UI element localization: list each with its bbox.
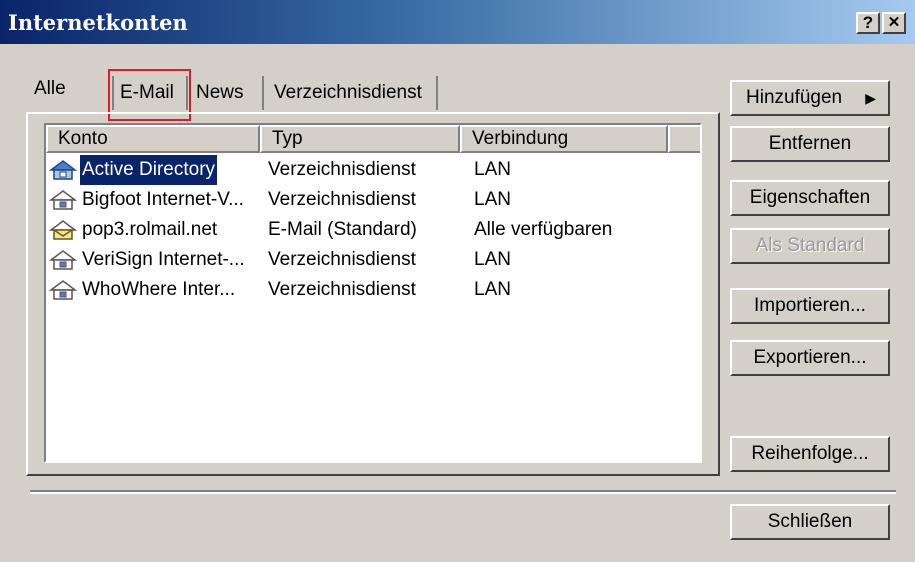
separator	[30, 490, 896, 494]
mail-account-icon	[48, 220, 78, 240]
account-name: VeriSign Internet-...	[82, 249, 245, 270]
window-title: Internetkonten	[8, 10, 188, 35]
column-header-connection[interactable]: Verbindung	[460, 125, 668, 153]
account-connection: LAN	[474, 189, 511, 210]
tab-divider	[262, 76, 264, 110]
export-button[interactable]: Exportieren...	[730, 340, 890, 376]
directory-service-icon	[48, 280, 78, 300]
column-header-account[interactable]: Konto	[46, 125, 260, 153]
account-connection: LAN	[474, 279, 511, 300]
add-button[interactable]: Hinzufügen ▶	[730, 80, 890, 116]
tab-directory-service[interactable]: Verzeichnisdienst	[274, 76, 422, 110]
column-header-empty	[668, 125, 700, 153]
menu-arrow-icon: ▶	[865, 90, 876, 106]
account-name: WhoWhere Inter...	[82, 279, 236, 300]
account-connection: LAN	[474, 249, 511, 270]
remove-button[interactable]: Entfernen	[730, 126, 890, 162]
account-connection: Alle verfügbaren	[474, 219, 613, 240]
account-connection: LAN	[474, 159, 511, 180]
account-type: Verzeichnisdienst	[268, 189, 416, 210]
order-button[interactable]: Reihenfolge...	[730, 436, 890, 472]
import-button[interactable]: Importieren...	[730, 288, 890, 324]
account-type: Verzeichnisdienst	[268, 249, 416, 270]
close-window-button[interactable]: ✕	[882, 12, 906, 34]
directory-service-icon	[48, 250, 78, 270]
add-button-label: Hinzufügen	[746, 87, 843, 108]
properties-button[interactable]: Eigenschaften	[730, 180, 890, 216]
account-name: Active Directory	[80, 155, 218, 185]
title-bar[interactable]: Internetkonten ? ✕	[0, 0, 915, 44]
directory-service-icon	[48, 160, 78, 180]
account-name: pop3.rolmail.net	[82, 219, 218, 240]
account-type: Verzeichnisdienst	[268, 159, 416, 180]
account-type: E-Mail (Standard)	[268, 219, 417, 240]
help-button[interactable]: ?	[856, 12, 880, 34]
internet-accounts-dialog: Internetkonten ? ✕ Alle E-Mail News Verz…	[0, 0, 915, 562]
tab-news[interactable]: News	[196, 76, 244, 110]
directory-service-icon	[48, 190, 78, 210]
column-header-type[interactable]: Typ	[260, 125, 460, 153]
tab-alle[interactable]: Alle	[34, 72, 66, 106]
set-default-button[interactable]: Als Standard	[730, 228, 890, 264]
account-type: Verzeichnisdienst	[268, 279, 416, 300]
accounts-list[interactable]: Konto Typ Verbindung Active Directory Ve…	[44, 123, 702, 463]
tab-divider	[436, 76, 438, 110]
account-name: Bigfoot Internet-V...	[82, 189, 244, 210]
close-button[interactable]: Schließen	[730, 504, 890, 540]
